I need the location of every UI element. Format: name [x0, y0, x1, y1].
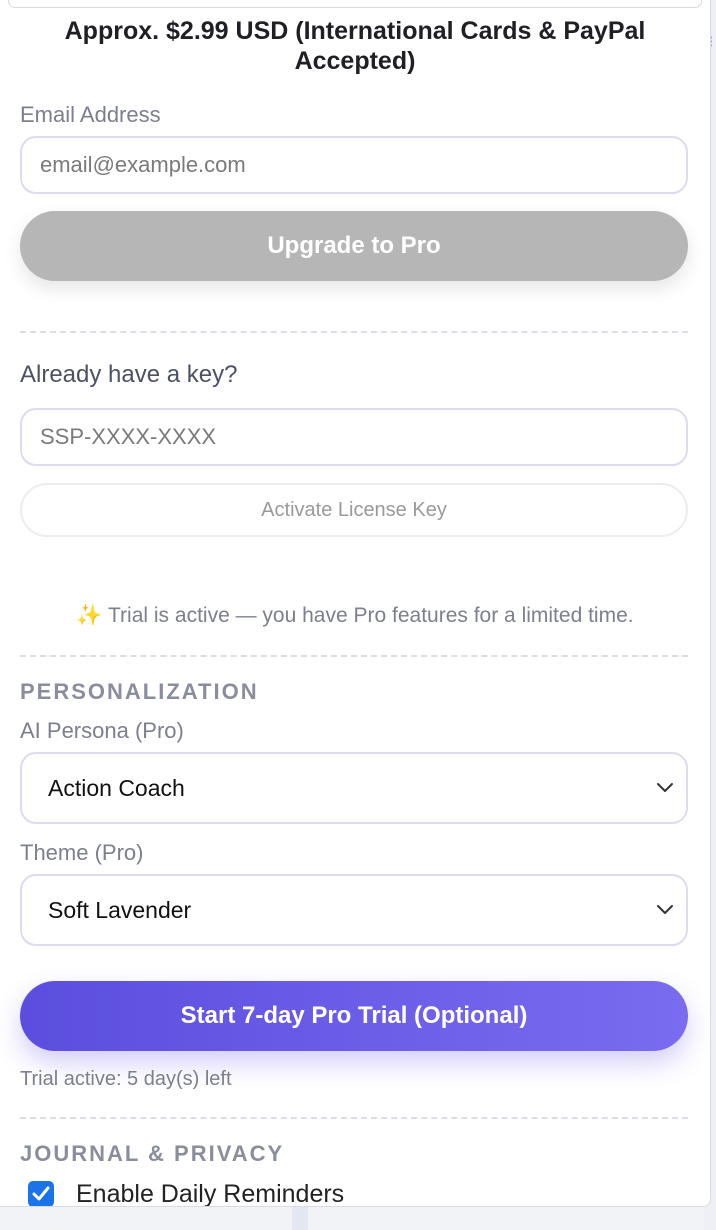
chevron-down-icon: [657, 783, 673, 792]
section-divider: [20, 1117, 688, 1119]
daily-reminders-label: Enable Daily Reminders: [76, 1180, 345, 1207]
ai-persona-select[interactable]: Action Coach: [20, 752, 688, 824]
trial-active-notice: ✨ Trial is active — you have Pro feature…: [76, 604, 634, 627]
ai-persona-value: Action Coach: [48, 775, 185, 801]
page-behind-strip: [292, 1206, 308, 1230]
theme-select[interactable]: Soft Lavender: [20, 874, 688, 946]
trial-status-text: Trial active: 5 day(s) left: [20, 1068, 232, 1090]
upgrade-to-pro-button[interactable]: Upgrade to Pro: [20, 211, 688, 281]
journal-privacy-section-title: JOURNAL & PRIVACY: [20, 1141, 285, 1166]
section-divider: [20, 331, 688, 333]
start-pro-trial-button[interactable]: Start 7-day Pro Trial (Optional): [20, 981, 688, 1051]
license-key-input[interactable]: [20, 408, 688, 466]
theme-value: Soft Lavender: [48, 897, 192, 923]
extension-popup: Approx. $2.99 USD (International Cards &…: [0, 0, 711, 1207]
chevron-down-icon: [657, 905, 673, 914]
email-input[interactable]: [20, 136, 688, 194]
checkmark-icon: [32, 1186, 50, 1201]
license-key-heading: Already have a key?: [20, 361, 238, 388]
theme-label: Theme (Pro): [20, 840, 144, 865]
popup-top-edge: [8, 0, 702, 8]
price-approx-text: Approx. $2.99 USD (International Cards &…: [64, 17, 646, 75]
section-divider: [20, 655, 688, 657]
daily-reminders-checkbox[interactable]: [28, 1181, 54, 1206]
email-label: Email Address: [20, 102, 161, 127]
personalization-section-title: PERSONALIZATION: [20, 679, 259, 704]
ai-persona-label: AI Persona (Pro): [20, 718, 184, 743]
activate-license-key-button[interactable]: Activate License Key: [20, 483, 688, 537]
